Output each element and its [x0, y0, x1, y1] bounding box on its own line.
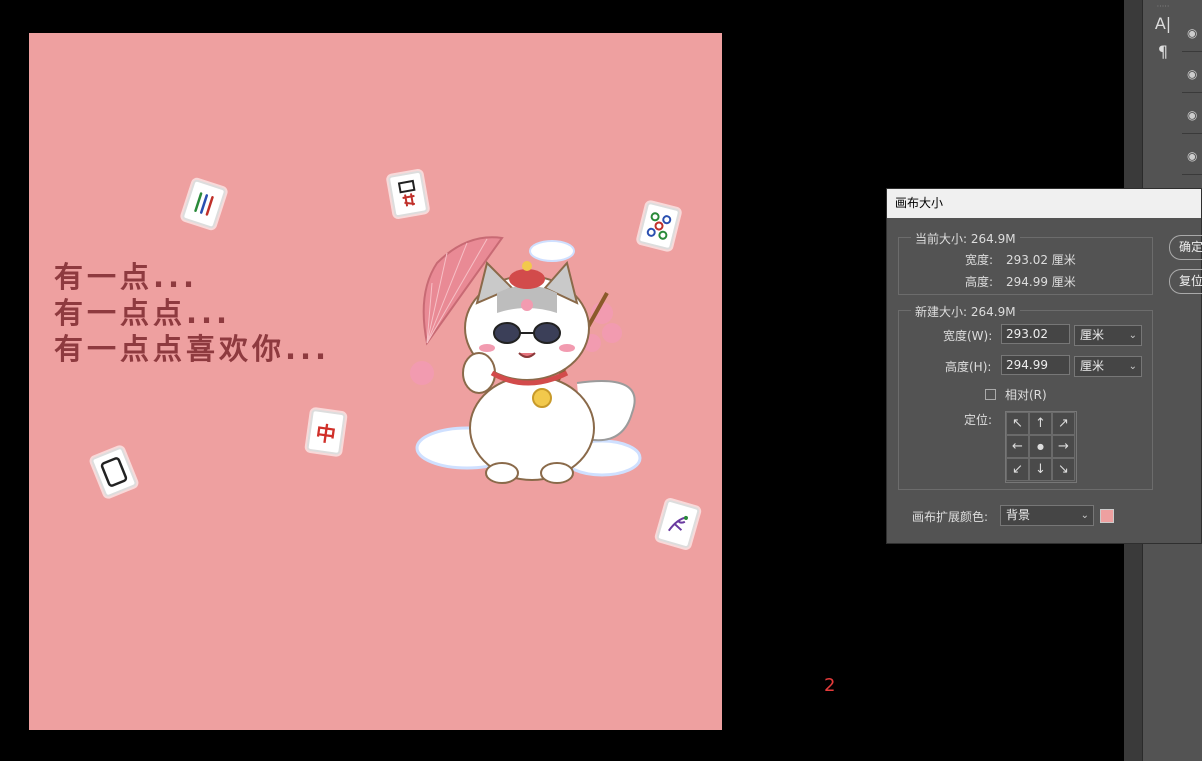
chevron-down-icon: ⌄ — [1080, 510, 1089, 521]
current-height-label: 高度: — [965, 275, 994, 289]
new-height-label: 高度(H): — [945, 360, 992, 374]
current-width-value: 293.02 厘米 — [1006, 253, 1076, 267]
anchor-bottom[interactable]: ↓ — [1029, 458, 1052, 481]
current-height-value: 294.99 厘米 — [1006, 275, 1076, 289]
mahjong-tile-bamboo — [181, 178, 227, 230]
canvas-size-dialog: 画布大小 当前大小: 264.9M 宽度: 293.02 厘米 高度: 294.… — [886, 188, 1202, 544]
width-input[interactable]: 293.02 — [1001, 324, 1070, 344]
layer-divider — [1182, 174, 1202, 175]
extension-color-value: 背景 — [1006, 508, 1031, 522]
current-size-group: 当前大小: 264.9M 宽度: 293.02 厘米 高度: 294.99 厘米 — [898, 230, 1153, 295]
eye-icon[interactable]: ◉ — [1187, 26, 1197, 40]
lucky-cat-illustration — [407, 208, 652, 493]
new-width-label: 宽度(W): — [943, 329, 993, 343]
mahjong-tile-white — [90, 446, 138, 498]
height-unit-select[interactable]: 厘米 ⌄ — [1074, 356, 1142, 377]
relative-checkbox[interactable] — [985, 389, 996, 400]
eye-icon[interactable]: ◉ — [1187, 108, 1197, 122]
anchor-left[interactable]: ← — [1006, 435, 1029, 458]
mahjong-tile-wan — [387, 170, 429, 218]
extension-color-label: 画布扩展颜色: — [912, 510, 989, 524]
layer-divider — [1182, 92, 1202, 93]
anchor-top-left[interactable]: ↖ — [1006, 412, 1029, 435]
anchor-bottom-left[interactable]: ↙ — [1006, 458, 1029, 481]
eye-icon[interactable]: ◉ — [1187, 67, 1197, 81]
height-unit-value: 厘米 — [1080, 359, 1105, 373]
document-canvas[interactable]: 有一点... 有一点点... 有一点点喜欢你... 中 — [29, 33, 722, 730]
width-unit-select[interactable]: 厘米 ⌄ — [1074, 325, 1142, 346]
drag-handle-icon[interactable]: ····· — [1143, 2, 1183, 11]
mahjong-tile-zhong: 中 — [306, 408, 346, 456]
current-width-label: 宽度: — [965, 253, 994, 267]
tile-character: 中 — [314, 420, 338, 447]
anchor-top[interactable]: ↑ — [1029, 412, 1052, 435]
layer-divider — [1182, 51, 1202, 52]
headline-line-3: 有一点点喜欢你... — [54, 332, 331, 366]
height-input[interactable]: 294.99 — [1001, 355, 1070, 375]
mahjong-tile-bird — [655, 499, 701, 549]
current-size-label: 当前大小: 264.9M — [911, 230, 1020, 247]
eye-icon[interactable]: ◉ — [1187, 149, 1197, 163]
extension-color-swatch[interactable] — [1100, 509, 1114, 523]
width-unit-value: 厘米 — [1080, 328, 1105, 342]
reset-button[interactable]: 复位 — [1169, 269, 1202, 294]
new-size-label: 新建大小: 264.9M — [911, 303, 1020, 320]
headline-line-2: 有一点点... — [54, 296, 232, 330]
headline-line-1: 有一点... — [54, 260, 199, 294]
extension-color-select[interactable]: 背景 ⌄ — [1000, 505, 1094, 526]
anchor-center[interactable]: ● — [1029, 435, 1052, 458]
paragraph-panel-icon[interactable]: ¶ — [1143, 42, 1183, 61]
relative-label[interactable]: 相对(R) — [1005, 386, 1047, 403]
page-number: 2 — [824, 675, 836, 696]
ok-button[interactable]: 确定 — [1169, 235, 1202, 260]
layer-divider — [1182, 133, 1202, 134]
character-panel-icon[interactable]: A| — [1143, 14, 1183, 33]
anchor-grid: ↖ ↑ ↗ ← ● → ↙ ↓ ↘ — [1005, 411, 1077, 483]
chevron-down-icon: ⌄ — [1128, 361, 1137, 372]
anchor-bottom-right[interactable]: ↘ — [1052, 458, 1075, 481]
anchor-right[interactable]: → — [1052, 435, 1075, 458]
anchor-top-right[interactable]: ↗ — [1052, 412, 1075, 435]
anchor-label: 定位: — [964, 413, 993, 427]
chevron-down-icon: ⌄ — [1128, 330, 1137, 341]
dialog-title[interactable]: 画布大小 — [887, 189, 1201, 218]
